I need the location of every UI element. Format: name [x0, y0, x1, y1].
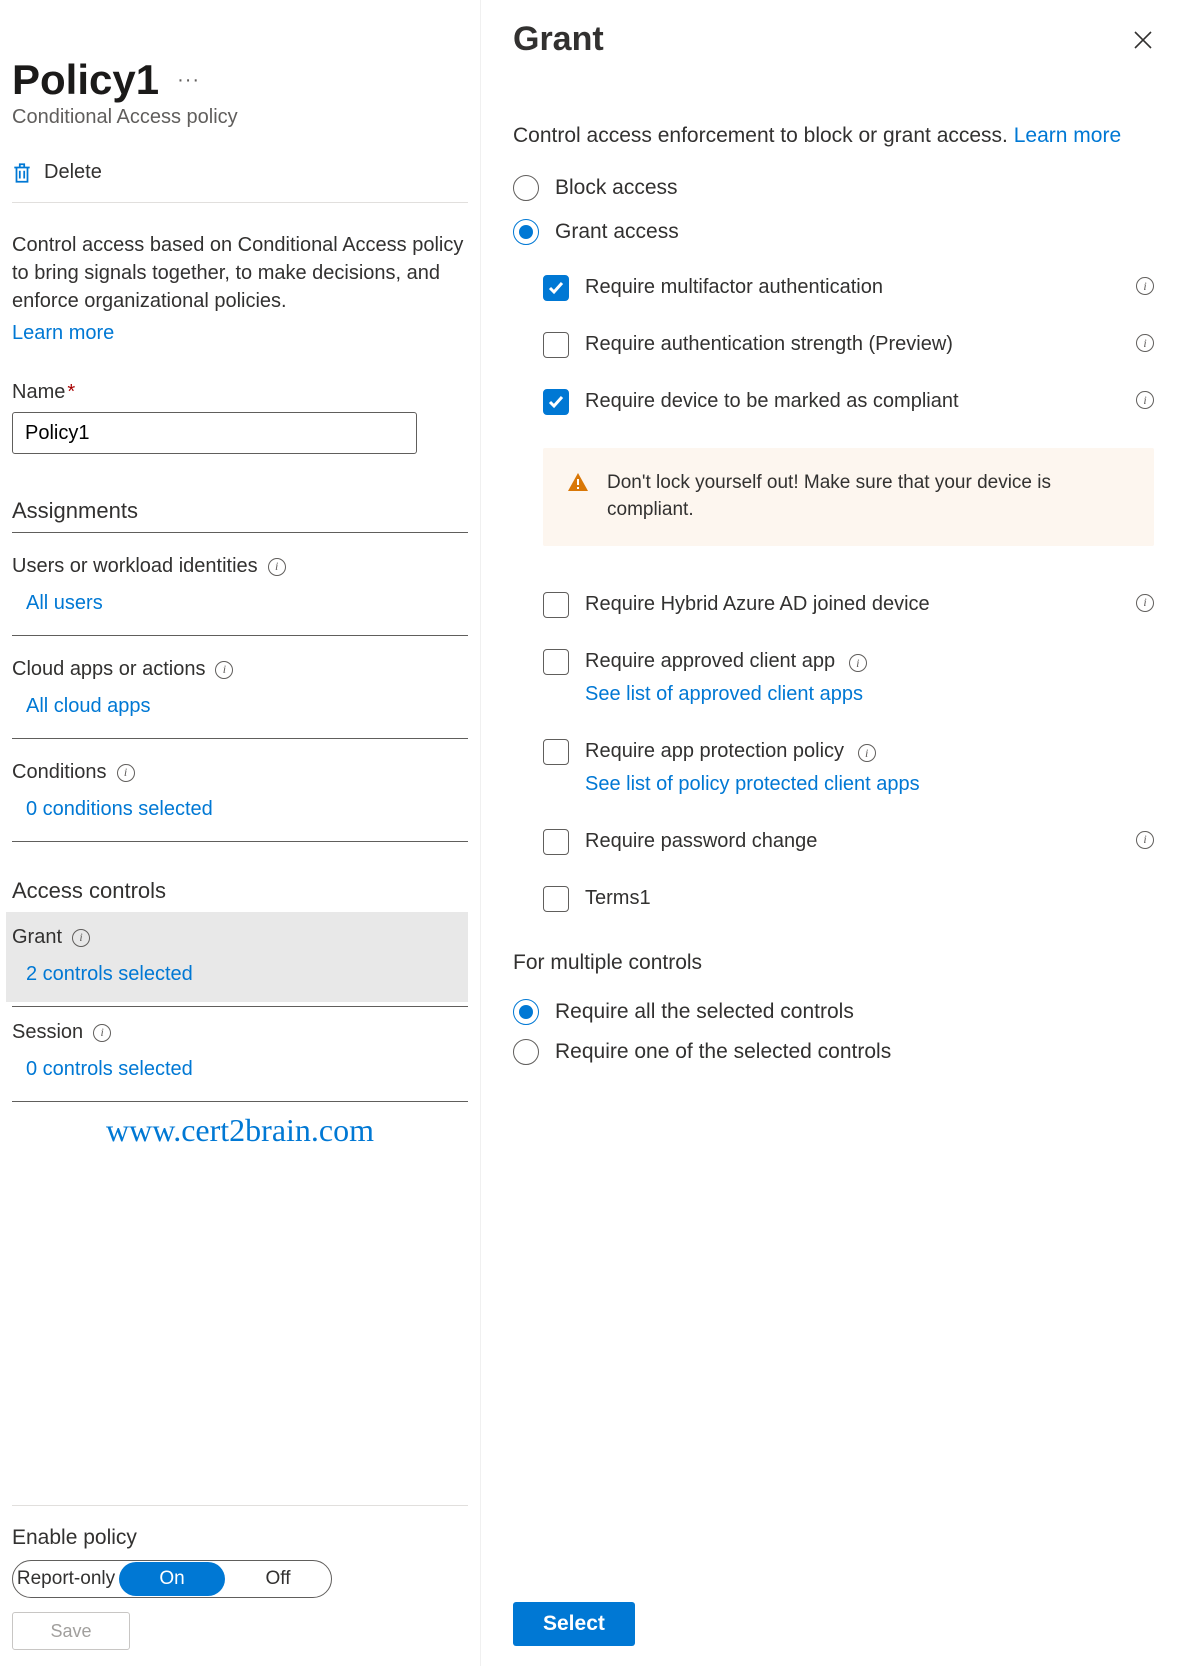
- users-label: Users or workload identities: [12, 555, 258, 578]
- info-icon[interactable]: i: [93, 1024, 111, 1042]
- radio-icon: [513, 175, 539, 201]
- session-value-link[interactable]: 0 controls selected: [26, 1058, 458, 1081]
- approved-app-checkbox[interactable]: [543, 649, 569, 675]
- radio-icon: [513, 1039, 539, 1065]
- name-field-label: Name*: [12, 381, 468, 404]
- toggle-on[interactable]: On: [119, 1562, 225, 1596]
- info-icon[interactable]: i: [268, 558, 286, 576]
- compliant-checkbox[interactable]: [543, 389, 569, 415]
- watermark-text: www.cert2brain.com: [12, 1112, 468, 1149]
- app-protection-label: Require app protection policy: [585, 740, 844, 762]
- app-protection-checkbox[interactable]: [543, 739, 569, 765]
- grant-label: Grant: [12, 926, 62, 949]
- app-protection-list-link[interactable]: See list of policy protected client apps: [585, 770, 1154, 799]
- grant-panel-description: Control access enforcement to block or g…: [513, 121, 1154, 151]
- delete-button[interactable]: Delete: [12, 161, 468, 203]
- assignments-header: Assignments: [12, 498, 468, 533]
- conditions-value-link[interactable]: 0 conditions selected: [26, 798, 468, 837]
- compliance-warning: Don't lock yourself out! Make sure that …: [543, 448, 1154, 545]
- learn-more-link[interactable]: Learn more: [12, 319, 468, 347]
- policy-edit-panel: Policy1 ··· Conditional Access policy De…: [0, 0, 480, 1666]
- grant-value-link[interactable]: 2 controls selected: [26, 963, 458, 986]
- info-icon[interactable]: i: [858, 744, 876, 762]
- save-button[interactable]: Save: [12, 1612, 130, 1650]
- info-icon[interactable]: i: [1136, 594, 1154, 612]
- auth-strength-label: Require authentication strength (Preview…: [585, 330, 1112, 359]
- cloudapps-value-link[interactable]: All cloud apps: [26, 695, 468, 734]
- hybrid-checkbox[interactable]: [543, 592, 569, 618]
- close-icon[interactable]: [1132, 29, 1154, 51]
- access-controls-header: Access controls: [12, 878, 468, 912]
- users-value-link[interactable]: All users: [26, 592, 468, 631]
- password-change-label: Require password change: [585, 827, 1112, 856]
- grant-learn-more-link[interactable]: Learn more: [1014, 124, 1121, 147]
- require-one-radio[interactable]: Require one of the selected controls: [513, 1039, 1154, 1065]
- terms1-checkbox[interactable]: [543, 886, 569, 912]
- select-button[interactable]: Select: [513, 1602, 635, 1646]
- info-icon[interactable]: i: [1136, 831, 1154, 849]
- info-icon[interactable]: i: [1136, 334, 1154, 352]
- grant-item[interactable]: Grant i 2 controls selected: [6, 912, 468, 1002]
- info-icon[interactable]: i: [849, 654, 867, 672]
- page-title: Policy1: [12, 56, 159, 104]
- conditions-label: Conditions: [12, 761, 107, 784]
- info-icon[interactable]: i: [215, 661, 233, 679]
- page-subtitle: Conditional Access policy: [12, 106, 468, 129]
- enable-policy-label: Enable policy: [12, 1526, 468, 1550]
- compliant-label: Require device to be marked as compliant: [585, 387, 1112, 416]
- grant-panel-title: Grant: [513, 20, 604, 59]
- password-change-checkbox[interactable]: [543, 829, 569, 855]
- multi-controls-label: For multiple controls: [513, 951, 1154, 975]
- auth-strength-checkbox[interactable]: [543, 332, 569, 358]
- block-access-radio[interactable]: Block access: [513, 175, 1154, 201]
- approved-app-label: Require approved client app: [585, 650, 835, 672]
- info-icon[interactable]: i: [1136, 391, 1154, 409]
- toggle-off[interactable]: Off: [225, 1562, 331, 1596]
- require-all-radio[interactable]: Require all the selected controls: [513, 999, 1154, 1025]
- hybrid-label: Require Hybrid Azure AD joined device: [585, 590, 1112, 619]
- policy-description: Control access based on Conditional Acce…: [12, 231, 468, 347]
- info-icon[interactable]: i: [72, 929, 90, 947]
- enable-policy-toggle[interactable]: Report-only On Off: [12, 1560, 332, 1598]
- info-icon[interactable]: i: [1136, 277, 1154, 295]
- session-label: Session: [12, 1021, 83, 1044]
- radio-icon: [513, 999, 539, 1025]
- delete-label: Delete: [44, 161, 102, 184]
- trash-icon: [12, 162, 32, 184]
- terms1-label: Terms1: [585, 884, 1154, 913]
- session-item[interactable]: Session i 0 controls selected: [12, 1007, 468, 1097]
- toggle-report-only[interactable]: Report-only: [13, 1562, 119, 1596]
- grant-access-radio[interactable]: Grant access: [513, 219, 1154, 245]
- grant-panel: Grant Control access enforcement to bloc…: [480, 0, 1186, 1666]
- more-menu-button[interactable]: ···: [177, 69, 200, 92]
- cloudapps-label: Cloud apps or actions: [12, 658, 205, 681]
- policy-name-input[interactable]: [12, 412, 417, 454]
- mfa-label: Require multifactor authentication: [585, 273, 1112, 302]
- approved-app-list-link[interactable]: See list of approved client apps: [585, 680, 1154, 709]
- radio-icon: [513, 219, 539, 245]
- mfa-checkbox[interactable]: [543, 275, 569, 301]
- info-icon[interactable]: i: [117, 764, 135, 782]
- warning-icon: [567, 472, 589, 492]
